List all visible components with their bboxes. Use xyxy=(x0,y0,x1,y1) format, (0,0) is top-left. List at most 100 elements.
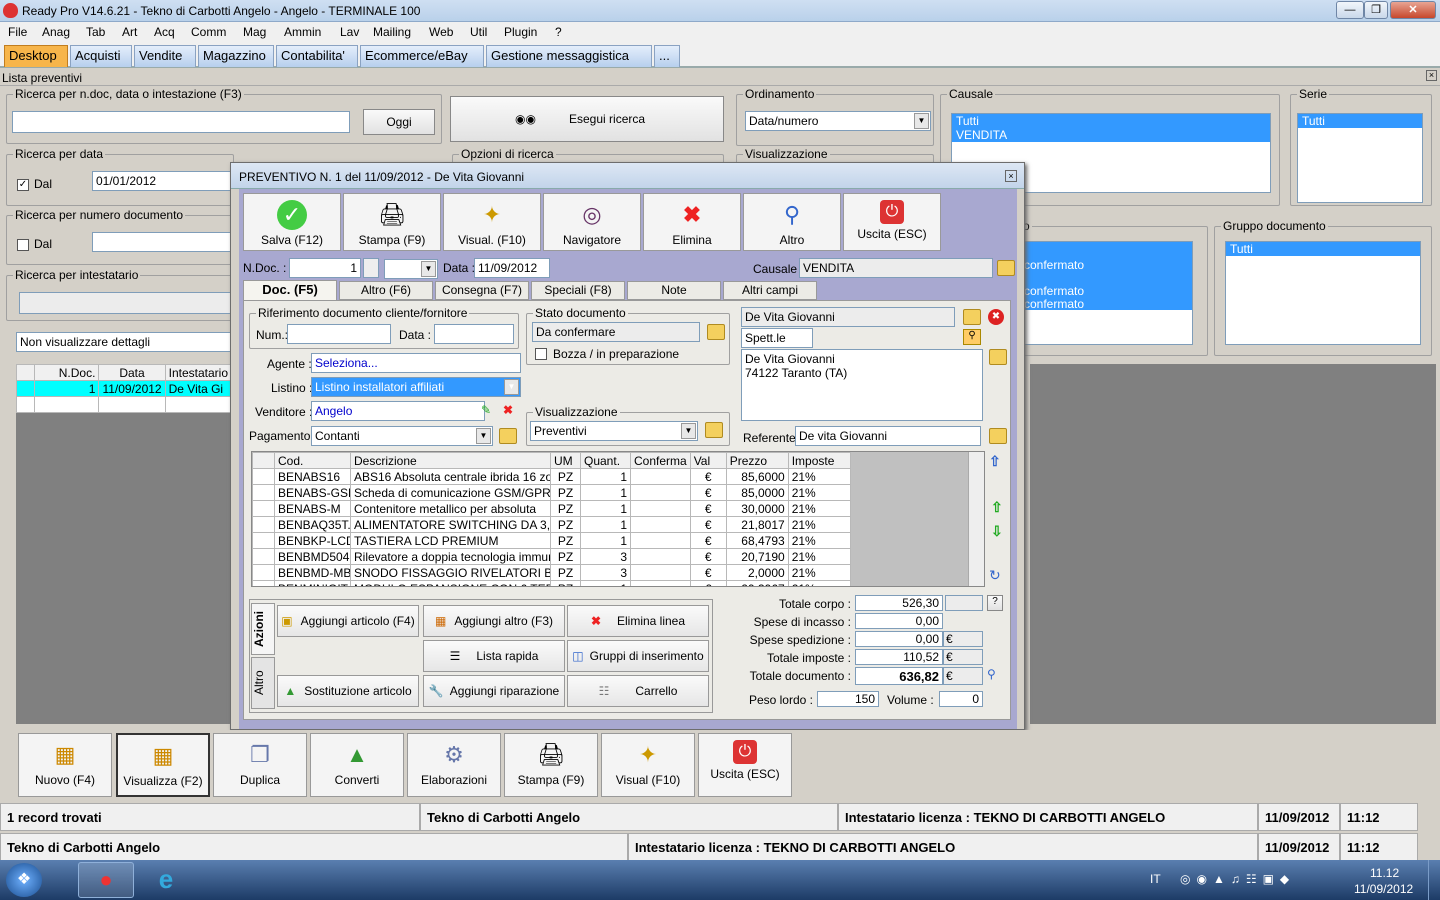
visual-select[interactable]: Preventivi ▼ xyxy=(530,421,698,441)
docnum-input[interactable] xyxy=(92,232,232,252)
grid-col-header[interactable]: Quant. xyxy=(580,452,631,469)
table-row[interactable]: BENABS16 ABS16 Absoluta centrale ibrida 1… xyxy=(252,468,851,485)
menu-anag[interactable]: Anag xyxy=(42,25,70,39)
view-button[interactable]: ✦ Visual. (F10) xyxy=(443,193,541,251)
holder-input[interactable] xyxy=(19,292,233,314)
serie-list[interactable]: Tutti xyxy=(1297,113,1423,203)
tab-magazzino[interactable]: Magazzino xyxy=(198,45,274,67)
clock-date[interactable]: 11/09/2012 xyxy=(1354,882,1413,896)
menu-ammin[interactable]: Ammin xyxy=(284,25,321,39)
table-row[interactable]: 1 11/09/2012 De Vita Gi xyxy=(15,380,233,397)
folder-icon[interactable] xyxy=(989,349,1007,365)
pagamento-select[interactable]: Contanti ▼ xyxy=(311,426,493,446)
ndoc-input[interactable]: 1 xyxy=(289,258,361,278)
grid-col-header[interactable]: UM xyxy=(550,452,581,469)
folder-icon[interactable] xyxy=(997,260,1015,276)
delete-button[interactable]: ✖ Elimina xyxy=(643,193,741,251)
folder-icon[interactable] xyxy=(705,422,723,438)
navigator-button[interactable]: ◎ Navigatore xyxy=(543,193,641,251)
row-selector[interactable] xyxy=(252,580,275,586)
num-input[interactable] xyxy=(287,324,391,344)
volume-value[interactable]: 0 xyxy=(939,691,983,707)
show-desktop-button[interactable] xyxy=(1428,860,1440,900)
row-selector[interactable] xyxy=(252,564,275,581)
tab-vendite[interactable]: Vendite xyxy=(134,45,196,67)
date-from-input[interactable]: 01/01/2012 xyxy=(92,171,232,191)
grid-col-header[interactable]: Cod. xyxy=(274,452,351,469)
ie-task-icon[interactable]: e xyxy=(138,862,194,898)
row-selector[interactable] xyxy=(252,468,275,485)
dialog-close-icon[interactable]: × xyxy=(1005,170,1017,182)
processing-button[interactable]: ⚙ Elaborazioni xyxy=(407,733,501,797)
tab-altri-campi[interactable]: Altri campi xyxy=(723,281,817,300)
menu-art[interactable]: Art xyxy=(122,25,137,39)
stato-input[interactable]: Da confermare xyxy=(532,322,700,342)
listino-select[interactable]: Listino installatori affiliati ▼ xyxy=(311,377,521,397)
tab-ecommerce[interactable]: Ecommerce/eBay xyxy=(360,45,484,67)
new-button[interactable]: ▦ Nuovo (F4) xyxy=(18,733,112,797)
agente-input[interactable]: Seleziona... xyxy=(311,353,521,373)
docnum-checkbox[interactable] xyxy=(17,239,29,251)
folder-icon[interactable] xyxy=(989,428,1007,444)
tab-contabilita[interactable]: Contabilita' xyxy=(276,45,358,67)
bozza-checkbox[interactable] xyxy=(535,348,547,360)
move-top-icon[interactable]: ⇧ xyxy=(989,453,1001,470)
side-tab-altro[interactable]: Altro xyxy=(251,657,275,709)
panel-close-icon[interactable]: × xyxy=(1426,70,1437,81)
zoom-icon[interactable]: ⚲ xyxy=(987,667,996,681)
close-button[interactable]: ✕ xyxy=(1390,1,1436,19)
table-row[interactable]: BENBAQ35T... ALIMENTATORE SWITCHING DA 3,… xyxy=(252,516,851,533)
cart-button[interactable]: ☷ Carrello xyxy=(567,675,709,707)
table-row[interactable]: BENBMD-MB SNODO FISSAGGIO RIVELATORI BM..… xyxy=(252,564,851,581)
tab-consegna[interactable]: Consegna (F7) xyxy=(435,281,529,300)
menu-lav[interactable]: Lav xyxy=(340,25,359,39)
client-title-input[interactable]: Spett.le xyxy=(741,328,813,348)
help-button[interactable]: ? xyxy=(987,595,1003,611)
state-item[interactable]: confermato xyxy=(1024,258,1084,272)
quick-list-button[interactable]: ☰ Lista rapida xyxy=(423,640,565,672)
maximize-button[interactable]: ❐ xyxy=(1364,1,1388,19)
side-tab-azioni[interactable]: Azioni xyxy=(251,603,275,655)
table-row[interactable]: BENABS-M Contenitore metallico per absolu… xyxy=(252,500,851,517)
group-doc-list[interactable]: Tutti xyxy=(1225,241,1421,345)
tab-speciali[interactable]: Speciali (F8) xyxy=(531,281,625,300)
row-selector[interactable] xyxy=(252,532,275,549)
col-header[interactable]: N.Doc. xyxy=(34,364,100,381)
col-header[interactable]: Intestatario xyxy=(164,364,233,381)
grid-col-header[interactable]: Descrizione xyxy=(350,452,551,469)
tab-more[interactable]: ... xyxy=(654,45,680,67)
menu-mag[interactable]: Mag xyxy=(243,25,266,39)
display-button[interactable]: ▦ Visualizza (F2) xyxy=(116,733,210,797)
date-input[interactable]: 11/09/2012 xyxy=(474,258,550,278)
menu-plugin[interactable]: Plugin xyxy=(504,25,537,39)
folder-icon[interactable] xyxy=(963,309,981,325)
rif-date-input[interactable] xyxy=(434,324,514,344)
tab-desktop[interactable]: Desktop xyxy=(4,45,68,67)
exit-button[interactable]: ⏻ Uscita (ESC) xyxy=(843,193,941,251)
folder-icon[interactable] xyxy=(499,428,517,444)
table-row[interactable]: BENMINIGITMODULO ESPANSIONE CON 6 TER...… xyxy=(252,580,851,586)
minimize-button[interactable]: — xyxy=(1336,1,1364,19)
table-row[interactable]: BENABS-GSM Scheda di comunicazione GSM/GP… xyxy=(252,484,851,501)
serie-select[interactable]: ▼ xyxy=(384,259,438,279)
col-header[interactable]: Data xyxy=(98,364,166,381)
row-selector[interactable] xyxy=(252,516,275,533)
readypro-task-icon[interactable]: ● xyxy=(78,862,134,898)
save-button[interactable]: ✓ Salva (F12) xyxy=(243,193,341,251)
convert-button[interactable]: ▲ Converti xyxy=(310,733,404,797)
tab-acquisti[interactable]: Acquisti xyxy=(70,45,132,67)
add-article-button[interactable]: ▣ Aggiungi articolo (F4) xyxy=(277,605,419,637)
menu-file[interactable]: File xyxy=(8,25,27,39)
exit-list-button[interactable]: ⏻ Uscita (ESC) xyxy=(698,733,792,797)
tab-messaggistica[interactable]: Gestione messaggistica xyxy=(486,45,652,67)
grid-scrollbar[interactable] xyxy=(968,452,984,586)
grid-col-header[interactable]: Val xyxy=(689,452,727,469)
insert-groups-button[interactable]: ◫ Gruppi di inserimento xyxy=(567,640,709,672)
peso-value[interactable]: 150 xyxy=(817,691,879,707)
search-client-icon[interactable]: ⚲ xyxy=(963,329,981,345)
row-selector[interactable] xyxy=(252,484,275,501)
tab-note[interactable]: Note xyxy=(627,281,721,300)
causale-item[interactable]: Tutti xyxy=(952,114,1270,128)
table-row[interactable]: BENBKP-LCD TASTIERA LCD PREMIUM PZ 1 €68,479… xyxy=(252,532,851,549)
grid-col-header[interactable]: Conferma xyxy=(630,452,691,469)
